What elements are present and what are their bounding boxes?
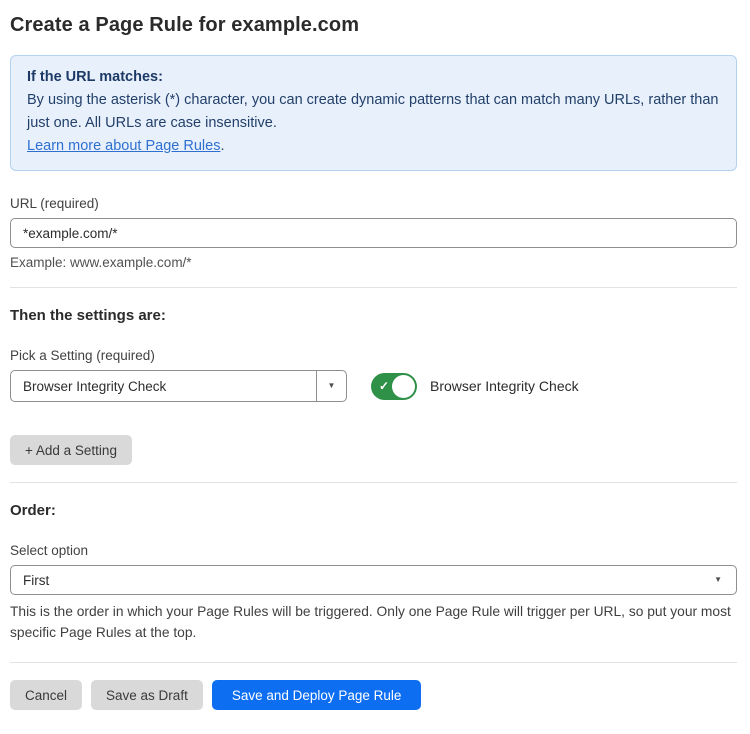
url-field-label: URL (required) (10, 196, 737, 211)
info-box-heading: If the URL matches: (27, 66, 720, 89)
setting-dropdown[interactable]: Browser Integrity Check ▼ (10, 370, 347, 402)
link-suffix: . (220, 138, 224, 154)
info-box-link-line: Learn more about Page Rules. (27, 135, 720, 158)
divider-settings-order (10, 482, 737, 483)
order-select-value: First (23, 573, 49, 588)
setting-dropdown-value: Browser Integrity Check (11, 371, 316, 401)
divider-url-settings (10, 287, 737, 288)
chevron-down-icon: ▼ (714, 576, 722, 584)
info-box-body: By using the asterisk (*) character, you… (27, 89, 720, 135)
order-section-heading: Order: (10, 502, 737, 519)
check-icon: ✓ (379, 379, 389, 393)
chevron-down-icon: ▼ (328, 382, 336, 390)
add-setting-button[interactable]: + Add a Setting (10, 435, 132, 465)
learn-more-link[interactable]: Learn more about Page Rules (27, 138, 220, 154)
create-page-rule-form: Create a Page Rule for example.com If th… (0, 14, 750, 710)
url-match-info-box: If the URL matches: By using the asteris… (10, 55, 737, 171)
save-and-deploy-button[interactable]: Save and Deploy Page Rule (212, 680, 422, 710)
url-input[interactable] (10, 218, 737, 248)
divider-footer (10, 662, 737, 663)
cancel-button[interactable]: Cancel (10, 680, 82, 710)
setting-toggle-group: ✓ Browser Integrity Check (371, 373, 579, 400)
page-title: Create a Page Rule for example.com (10, 14, 737, 37)
setting-dropdown-arrow-button[interactable]: ▼ (316, 371, 346, 401)
setting-row: Browser Integrity Check ▼ ✓ Browser Inte… (10, 370, 737, 402)
toggle-label: Browser Integrity Check (430, 378, 579, 394)
toggle-knob (392, 375, 415, 398)
order-select-label: Select option (10, 543, 737, 558)
order-help-text: This is the order in which your Page Rul… (10, 601, 737, 643)
footer-buttons: Cancel Save as Draft Save and Deploy Pag… (10, 680, 737, 710)
browser-integrity-toggle[interactable]: ✓ (371, 373, 417, 400)
url-example-hint: Example: www.example.com/* (10, 255, 737, 270)
save-as-draft-button[interactable]: Save as Draft (91, 680, 203, 710)
setting-picker-label: Pick a Setting (required) (10, 348, 737, 363)
order-select[interactable]: First ▼ (10, 565, 737, 595)
settings-section-heading: Then the settings are: (10, 307, 737, 324)
